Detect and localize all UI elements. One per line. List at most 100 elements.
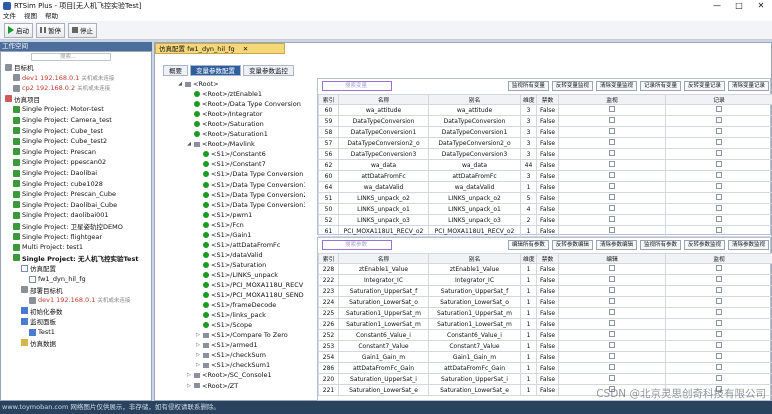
row-checkbox[interactable] (609, 375, 615, 381)
table-row[interactable]: 60 wa_attitude wa_attitude 3 False (318, 104, 772, 116)
row-checkbox[interactable] (716, 205, 722, 211)
signal-node[interactable]: <S1>/Data Type Conversion3 (195, 200, 305, 210)
workspace-item[interactable]: fw1_dyn_hil_fg (29, 274, 86, 284)
row-checkbox[interactable] (716, 128, 722, 134)
row-checkbox[interactable] (716, 276, 722, 282)
table-row[interactable]: 62 wa_data wa_data 44 False (318, 159, 772, 171)
row-checkbox[interactable] (609, 194, 615, 200)
signal-node[interactable]: <S1>/Gain1 (195, 230, 251, 240)
table-row[interactable]: 56 DataTypeConversion3 DataTypeConversion3… (318, 148, 772, 160)
workspace-item[interactable]: Test1 (29, 327, 55, 337)
signal-node[interactable]: ▷ <S1>/checkSum1 (195, 360, 270, 370)
table-row[interactable]: 222 Integrator_IC Integrator_IC 1 False (318, 274, 772, 286)
parameter-search-input[interactable]: 搜索参数 (322, 240, 392, 250)
signal-node[interactable]: <S1>/dataValid (195, 250, 263, 260)
row-checkbox[interactable] (716, 106, 722, 112)
minimize-button[interactable]: — (706, 0, 728, 12)
signal-node[interactable]: <S1>/attDataFromFc (195, 240, 280, 250)
signal-node[interactable]: <Root>/Data Type Conversion (186, 99, 301, 109)
param_panel-button[interactable]: 清除参数监视 (727, 240, 769, 250)
close-button[interactable]: ✕ (750, 0, 772, 12)
signal-node[interactable]: <S1>/Data Type Conversion (195, 169, 303, 179)
var_panel-button[interactable]: 清除变量监视 (595, 81, 637, 91)
signal-node[interactable]: <S1>/Scope (195, 320, 252, 330)
table-row[interactable]: 226 Saturation1_LowerSat_m Saturation1_Low… (318, 318, 772, 330)
workspace-item[interactable]: Single Project: 卫星姿轨控DEMO (13, 221, 123, 231)
row-checkbox[interactable] (609, 276, 615, 282)
tab-var-config[interactable]: 变量参数配置 (190, 65, 241, 76)
row-checkbox[interactable] (716, 161, 722, 167)
table-row[interactable]: 225 Saturation1_UpperSat_m Saturation1_Upp… (318, 307, 772, 319)
row-checkbox[interactable] (716, 183, 722, 189)
workspace-item[interactable]: 目标机 (5, 62, 34, 72)
row-checkbox[interactable] (716, 320, 722, 326)
workspace-search-input[interactable]: 搜索... (31, 53, 111, 61)
signal-node[interactable]: <Root>/Saturation (186, 119, 264, 129)
expand-arrow-icon[interactable]: ▷ (186, 383, 192, 389)
workspace-item[interactable]: 仿真配置 (21, 263, 56, 273)
signal-node[interactable]: <S1>/PCI_MOXA118U_SEND (195, 290, 304, 300)
row-checkbox[interactable] (609, 150, 615, 156)
table-row[interactable]: 224 Saturation_LowerSat_o Saturation_Lower… (318, 296, 772, 308)
table-row[interactable]: 286 attDataFromFc_Gain attDataFromFc_Gain 1… (318, 362, 772, 374)
var_panel-button[interactable]: 监视所有变量 (507, 81, 549, 91)
row-checkbox[interactable] (609, 216, 615, 222)
row-checkbox[interactable] (716, 331, 722, 337)
signal-node[interactable]: <S1>/links_pack (195, 310, 266, 320)
pause-button[interactable]: 暂停 (36, 22, 65, 38)
workspace-item[interactable]: Single Project: Cube_test2 (13, 136, 107, 146)
workspace-item[interactable]: Single Project: Daolibai (13, 168, 97, 178)
row-checkbox[interactable] (609, 331, 615, 337)
workspace-item[interactable]: Single Project: Prescan (13, 147, 96, 157)
table-row[interactable]: 254 Gain1_Gain_m Gain1_Gain_m 1 False (318, 351, 772, 363)
row-checkbox[interactable] (716, 364, 722, 370)
menu-help[interactable]: 帮助 (45, 12, 58, 21)
expand-arrow-icon[interactable]: ▷ (195, 352, 201, 358)
row-checkbox[interactable] (716, 227, 722, 233)
row-checkbox[interactable] (609, 364, 615, 370)
row-checkbox[interactable] (609, 183, 615, 189)
param_panel-button[interactable]: 清除参数编辑 (595, 240, 637, 250)
workspace-item[interactable]: 监视面板 (21, 316, 56, 326)
param_panel-button[interactable]: 反转参数监视 (683, 240, 725, 250)
signal-node[interactable]: <Root>/Integrator (186, 109, 262, 119)
var_panel-button[interactable]: 记录所有变量 (639, 81, 681, 91)
signal-node[interactable]: <S1>/frameDecode (195, 300, 276, 310)
row-checkbox[interactable] (716, 150, 722, 156)
var_panel-button[interactable]: 反转变量记录 (683, 81, 725, 91)
workspace-item[interactable]: Single Project: Cube_test (13, 126, 103, 136)
variable-search-input[interactable]: 搜索变量 (322, 81, 392, 91)
workspace-item[interactable]: Single Project: Daolibai_Cube (13, 200, 117, 210)
row-checkbox[interactable] (716, 287, 722, 293)
row-checkbox[interactable] (609, 287, 615, 293)
row-checkbox[interactable] (609, 139, 615, 145)
row-checkbox[interactable] (609, 227, 615, 233)
menu-view[interactable]: 视图 (24, 12, 37, 21)
signal-node[interactable]: ▷ <S1>/Compare To Zero (195, 330, 288, 340)
expand-arrow-icon[interactable]: ▷ (186, 372, 192, 378)
workspace-item[interactable]: Single Project: ppescan02 (13, 157, 106, 167)
signal-node[interactable]: ◢ <Root>/Mavlink (186, 139, 255, 149)
workspace-item[interactable]: cp2 192.168.0.2 关机或未连接 (13, 83, 110, 93)
table-row[interactable]: 50 LINKS_unpack_o1 LINKS_unpack_o1 4 False (318, 203, 772, 215)
signal-node[interactable]: ▷ <S1>/armed1 (195, 340, 257, 350)
expand-arrow-icon[interactable]: ▷ (195, 362, 201, 368)
tab-overview[interactable]: 概要 (163, 65, 188, 76)
expand-arrow-icon[interactable]: ◢ (177, 81, 183, 87)
row-checkbox[interactable] (609, 205, 615, 211)
signal-node[interactable]: ▷ <S1>/checkSum (195, 350, 266, 360)
row-checkbox[interactable] (609, 320, 615, 326)
menu-file[interactable]: 文件 (3, 12, 16, 21)
row-checkbox[interactable] (716, 117, 722, 123)
var_panel-button[interactable]: 清除变量记录 (727, 81, 769, 91)
param_panel-button[interactable]: 监视所有参数 (639, 240, 681, 250)
row-checkbox[interactable] (716, 375, 722, 381)
workspace-item[interactable]: Single Project: daolibai001 (13, 210, 109, 220)
expand-arrow-icon[interactable]: ◢ (186, 141, 192, 147)
table-row[interactable]: 59 DataTypeConversion DataTypeConversion 3 F… (318, 115, 772, 127)
signal-node[interactable]: <S1>/Constant7 (195, 159, 266, 169)
signal-node[interactable]: <S1>/Data Type Conversion1 (195, 180, 305, 190)
signal-node[interactable]: <S1>/PCI_MOXA118U_RECV (195, 280, 303, 290)
table-row[interactable]: 228 ztEnable1_Value ztEnable1_Value 1 False (318, 263, 772, 275)
table-row[interactable]: 61 PCI_MOXA118U1_RECV_o2 PCI_MOXA118U1_REC… (318, 225, 772, 237)
